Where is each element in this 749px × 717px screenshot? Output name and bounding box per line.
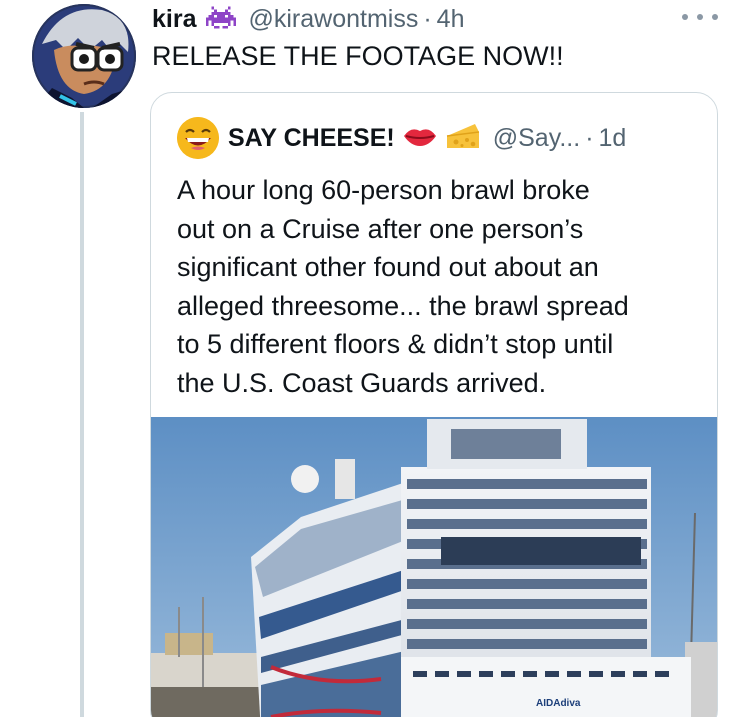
tweet-text: RELEASE THE FOOTAGE NOW!! xyxy=(152,41,564,71)
avatar[interactable] xyxy=(32,4,136,108)
tweet-header: kira @kirawontmiss · 4h xyxy=(152,2,464,36)
thread-line xyxy=(80,112,84,717)
cartoon-avatar-icon xyxy=(32,4,136,108)
cruise-ship-image[interactable]: AIDAdiva xyxy=(151,417,717,717)
tweet[interactable]: kira @kirawontmiss · 4h RELEASE THE FOOT xyxy=(0,0,749,717)
cheese-icon xyxy=(445,122,481,155)
quoted-text-line: A hour long 60-person brawl broke xyxy=(177,175,590,205)
quoted-text-line: alleged threesome... the brawl spread xyxy=(177,290,629,321)
more-options-icon[interactable] xyxy=(682,6,718,28)
quoted-text-line: out on a Cruise after one person’s xyxy=(177,213,584,244)
quoted-text-line: significant other found out about an xyxy=(177,252,599,282)
laughing-face-icon xyxy=(177,117,219,159)
display-name[interactable]: kira xyxy=(152,5,196,34)
quoted-tweet-text: A hour long 60-person brawl broke out on… xyxy=(177,171,707,402)
ship-lettering: AIDAdiva xyxy=(536,698,581,709)
quoted-avatar[interactable] xyxy=(177,117,219,159)
separator-dot: · xyxy=(585,123,594,152)
space-invader-icon xyxy=(206,6,237,32)
cruise-ship-illustration xyxy=(151,417,717,717)
lips-icon xyxy=(403,125,437,152)
user-handle[interactable]: @kirawontmiss xyxy=(248,5,418,34)
quoted-user-handle[interactable]: @Say... xyxy=(493,124,580,153)
timestamp[interactable]: 4h xyxy=(437,5,465,34)
quoted-timestamp[interactable]: 1d xyxy=(599,124,627,153)
separator-dot: · xyxy=(423,4,432,33)
quoted-text-line: the U.S. Coast Guards arrived. xyxy=(177,367,547,398)
quoted-tweet[interactable]: SAY CHEESE! @Say... · 1d A hour long 60-… xyxy=(150,92,718,717)
quoted-display-name[interactable]: SAY CHEESE! xyxy=(228,124,395,153)
quoted-tweet-header: SAY CHEESE! @Say... · 1d xyxy=(177,117,626,159)
quoted-text-line: to 5 different floors & didn’t stop unti… xyxy=(177,329,614,359)
